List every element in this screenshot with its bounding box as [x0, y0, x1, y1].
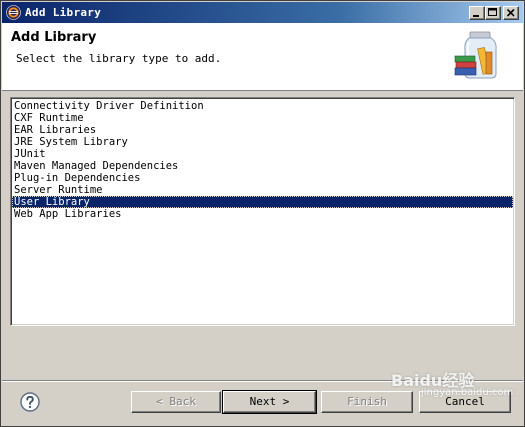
window-title: Add Library — [25, 6, 102, 19]
page-title: Add Library — [11, 30, 97, 45]
list-item-selected[interactable]: User Library — [12, 196, 513, 208]
back-button-label: < Back — [156, 395, 196, 408]
page-description: Select the library type to add. — [16, 52, 222, 65]
eclipse-icon[interactable] — [6, 5, 21, 20]
help-icon[interactable] — [20, 392, 40, 412]
close-button[interactable] — [503, 6, 519, 20]
add-library-dialog: Add Library Add Library Select the libra… — [0, 0, 525, 427]
minimize-button[interactable] — [469, 6, 485, 20]
list-item[interactable]: JUnit — [12, 148, 513, 160]
list-item[interactable]: JRE System Library — [12, 136, 513, 148]
list-item[interactable]: CXF Runtime — [12, 112, 513, 124]
header-banner: Add Library Select the library type to a… — [2, 23, 523, 91]
list-item[interactable]: Connectivity Driver Definition — [12, 100, 513, 112]
list-item[interactable]: Maven Managed Dependencies — [12, 160, 513, 172]
next-button-label: Next > — [249, 395, 290, 408]
next-button[interactable]: Next > — [222, 390, 317, 414]
finish-button[interactable]: Finish — [321, 391, 413, 413]
list-item[interactable]: Plug-in Dependencies — [12, 172, 513, 184]
maximize-button[interactable] — [485, 6, 501, 20]
list-item[interactable]: Web App Libraries — [12, 208, 513, 220]
list-item[interactable]: EAR Libraries — [12, 124, 513, 136]
library-jar-icon — [453, 30, 501, 82]
library-type-list[interactable]: Connectivity Driver Definition CXF Runti… — [10, 97, 515, 326]
list-item[interactable]: Server Runtime — [12, 184, 513, 196]
watermark-url: jingyan.baidu.com — [421, 387, 514, 398]
title-bar[interactable]: Add Library — [2, 2, 523, 23]
back-button[interactable]: < Back — [131, 391, 221, 413]
finish-button-label: Finish — [347, 395, 387, 408]
